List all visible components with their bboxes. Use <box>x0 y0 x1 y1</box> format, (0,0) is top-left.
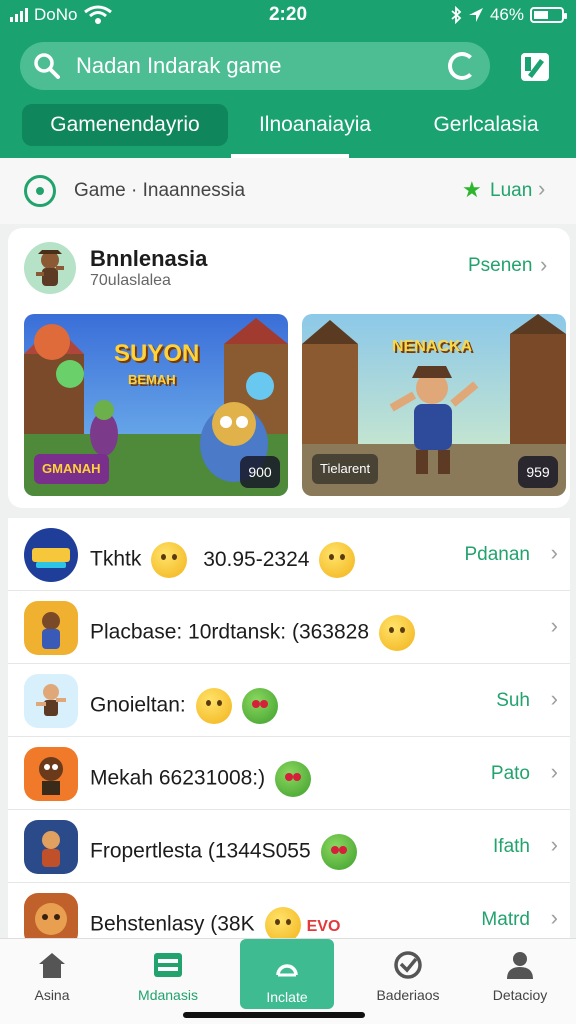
avatar <box>24 242 76 294</box>
game-tag: Tielarent <box>312 454 379 484</box>
home-icon <box>39 953 65 978</box>
game-price-badge: 959 <box>518 456 558 488</box>
card-icon <box>154 953 182 977</box>
featured-card[interactable]: Bnnlenasia 70ulaslalea Psenen › SUYON BE… <box>8 228 570 508</box>
featured-subtitle: 70ulaslalea <box>90 272 171 289</box>
game-list: Tkhtk 30.95-2324 Pdanan › Placbase: 10rd… <box>8 518 570 938</box>
app-icon <box>24 528 78 582</box>
nav-mdanasis[interactable]: Mdanasis <box>118 947 218 1011</box>
category-icon <box>24 175 56 207</box>
game-screenshot[interactable]: SUYON BEMAH GMANAH 900 <box>24 314 288 496</box>
chevron-right-icon: › <box>550 832 558 857</box>
list-item[interactable]: Fropertlesta (1344S055 Ifath › <box>8 810 570 883</box>
smiley-icon <box>151 542 188 578</box>
list-item-title: Gnoieltan: <box>90 688 278 724</box>
smiley-icon <box>379 615 416 651</box>
featured-title: Bnnlenasia <box>90 246 208 271</box>
heart-eyes-emoji-icon <box>241 688 278 724</box>
list-item-action[interactable]: Pdanan <box>464 544 530 566</box>
chevron-right-icon: › <box>550 613 558 638</box>
nav-label: Detacioy <box>492 987 548 1003</box>
edit-icon[interactable] <box>518 50 552 84</box>
location-icon <box>468 8 483 22</box>
nav-label: Baderiaos <box>376 987 440 1003</box>
check-circle-icon <box>394 951 422 979</box>
tab-gerlcalasia[interactable]: Gerlcalasia <box>410 104 562 146</box>
list-item[interactable]: Placbase: 10rdtansk: (363828 › <box>8 591 570 664</box>
list-item[interactable]: Tkhtk 30.95-2324 Pdanan › <box>8 518 570 591</box>
heart-eyes-emoji-icon <box>320 834 357 870</box>
list-item[interactable]: Behstenlasy (38K EVO Matrd › <box>8 883 570 938</box>
nav-baderiaos[interactable]: Baderiaos <box>358 947 458 1011</box>
app-header: DoNo 2:20 46% Gamenendayrio Ilnoanaiayia… <box>0 0 576 158</box>
app-icon <box>24 674 78 728</box>
breadcrumb-path: Game · Inaannessia <box>74 180 246 201</box>
game-logo-subtext: BEMAH <box>128 372 176 387</box>
nav-detacioy[interactable]: Detacioy <box>470 947 570 1011</box>
search-bar[interactable] <box>20 42 490 90</box>
game-screenshot[interactable]: NENACKA Tielarent 959 <box>302 314 566 496</box>
nav-label: Asina <box>34 987 70 1003</box>
chevron-right-icon: › <box>550 686 558 711</box>
battery-percent: 46% <box>489 5 524 24</box>
game-logo-text: NENACKA <box>392 338 472 355</box>
play-icon <box>276 964 298 977</box>
app-icon <box>24 747 78 801</box>
list-item[interactable]: Gnoieltan: Suh › <box>8 664 570 737</box>
list-item[interactable]: Mekah 66231008:) Pato › <box>8 737 570 810</box>
list-item-action[interactable]: Ifath <box>493 836 530 858</box>
chevron-right-icon: › <box>550 905 558 930</box>
list-item-title: Fropertlesta (1344S055 <box>90 834 357 870</box>
tab-bar: Gamenendayrio Ilnoanaiayia Gerlcalasia <box>0 100 576 158</box>
tab-gamenendayrio[interactable]: Gamenendayrio <box>22 104 228 146</box>
app-icon <box>24 601 78 655</box>
featured-action[interactable]: Psenen <box>468 255 532 277</box>
status-bar: DoNo 2:20 46% <box>0 0 576 30</box>
list-item-action[interactable]: Matrd <box>481 909 530 931</box>
breadcrumb[interactable]: Game · Inaannessia ★ Luan › <box>0 158 576 224</box>
chevron-right-icon: › <box>550 759 558 784</box>
app-icon <box>24 820 78 874</box>
list-item-title: Behstenlasy (38K EVO <box>90 907 340 938</box>
smiley-icon <box>319 542 356 578</box>
app-icon <box>24 893 78 938</box>
search-icon <box>34 53 60 79</box>
nav-inclate[interactable]: Inclate <box>240 939 334 1009</box>
profile-icon <box>507 952 533 979</box>
tab-ilnoanaiayia[interactable]: Ilnoanaiayia <box>240 104 390 146</box>
nav-label: Inclate <box>266 989 308 1005</box>
chevron-right-icon: › <box>540 252 548 277</box>
list-item-action[interactable]: Suh <box>496 690 530 712</box>
search-input[interactable] <box>76 53 448 79</box>
game-tag: GMANAH <box>34 454 109 484</box>
heart-eyes-emoji-icon <box>275 761 312 797</box>
wink-emoji-icon <box>195 688 232 724</box>
battery-icon <box>530 7 567 23</box>
nav-label: Mdanasis <box>138 987 198 1003</box>
refresh-icon[interactable] <box>448 52 476 80</box>
bluetooth-icon <box>451 6 462 24</box>
list-item-title: Tkhtk 30.95-2324 <box>90 542 356 578</box>
breadcrumb-action[interactable]: Luan <box>490 180 532 202</box>
list-item-title: Placbase: 10rdtansk: (363828 <box>90 615 416 651</box>
home-indicator[interactable] <box>183 1012 365 1018</box>
chevron-right-icon: › <box>550 540 558 565</box>
game-logo-text: SUYON <box>114 340 200 367</box>
list-item-title: Mekah 66231008:) <box>90 761 312 797</box>
star-icon: ★ <box>462 177 482 202</box>
nav-asina[interactable]: Asina <box>2 947 102 1011</box>
game-price-badge: 900 <box>240 456 280 488</box>
list-item-badge: EVO <box>306 917 341 935</box>
chevron-right-icon: › <box>538 176 546 201</box>
list-item-action[interactable]: Pato <box>491 763 530 785</box>
tongue-emoji-icon <box>264 907 301 938</box>
